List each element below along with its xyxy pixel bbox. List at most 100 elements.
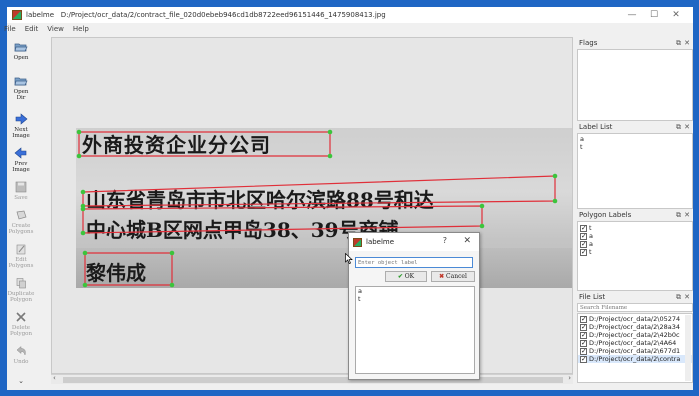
polygon-labels-title: Polygon Labels [579,211,632,219]
annotation-polygon[interactable] [82,175,556,207]
file-search-input[interactable] [577,303,693,312]
menu-file[interactable]: File [4,25,16,33]
polygon-label-checkbox[interactable] [580,248,587,256]
polygon-label-checkbox[interactable] [580,240,587,248]
polygon-vertex[interactable] [80,230,86,236]
polygon-label-checkbox[interactable] [580,224,587,232]
file-list[interactable]: D:/Project/ocr_data/2\05274 D:/Project/o… [577,313,693,383]
flags-float-icon[interactable]: ⧉ [676,37,681,49]
save-label: Save [14,195,28,201]
dialog-close-button[interactable]: ✕ [463,236,471,246]
cancel-icon: ✖ [439,273,445,280]
polygon-vertex[interactable] [80,189,86,195]
save-button[interactable]: Save [7,181,35,201]
scrollbar-thumb[interactable] [63,377,563,383]
file-list-item[interactable]: D:/Project/ocr_data/2\677d1 [578,347,692,355]
polygon-vertex[interactable] [169,250,175,256]
polygon-vertex[interactable] [82,250,88,256]
polygon-label-item[interactable]: t [578,224,692,232]
label-list-dock: Label List ⧉ ✕ a t [577,121,693,209]
scroll-left-icon[interactable]: ‹ [53,374,56,382]
polygon-labels-float-icon[interactable]: ⧉ [676,209,681,221]
object-label-input[interactable] [355,257,473,268]
duplicate-polygon-label: Duplicate Polygon [7,291,35,303]
polygon-label-item[interactable]: a [578,232,692,240]
open-button[interactable]: Open [7,41,35,61]
file-list-float-icon[interactable]: ⧉ [676,291,681,303]
polygon-vertex[interactable] [327,129,333,135]
create-polygons-button[interactable]: Create Polygons [7,209,35,235]
file-list-item[interactable]: D:/Project/ocr_data/2\4A64 [578,339,692,347]
next-image-button[interactable]: Next Image [7,113,35,139]
maximize-button[interactable]: ☐ [643,8,665,22]
label-list-float-icon[interactable]: ⧉ [676,121,681,133]
dialog-label-item[interactable]: t [356,295,474,303]
polygon-vertex[interactable] [76,129,82,135]
polygon-vertex[interactable] [479,223,485,229]
menu-view[interactable]: View [47,25,64,33]
annotation-polygon[interactable] [78,131,331,157]
scroll-right-icon[interactable]: › [568,374,571,382]
polygon-vertex[interactable] [80,206,86,212]
edit-polygons-button[interactable]: Edit Polygons [7,243,35,269]
minimize-button[interactable]: — [621,8,643,22]
cancel-button[interactable]: ✖ Cancel [431,271,475,282]
dialog-help-button[interactable]: ? [443,236,447,245]
file-list-close-icon[interactable]: ✕ [684,291,690,303]
label-list-close-icon[interactable]: ✕ [684,121,690,133]
polygon-vertex[interactable] [479,203,485,209]
arrow-left-icon [14,147,27,159]
annotation-polygon[interactable] [82,205,483,234]
flags-list[interactable] [577,49,693,121]
title-bar: labelme D:/Project/ocr_data/2/contract_f… [7,7,693,23]
polygon-vertex[interactable] [552,198,558,204]
ok-button[interactable]: ✔ OK [385,271,427,282]
floppy-disk-icon [15,181,27,193]
undo-button[interactable]: Undo [7,345,35,365]
file-checkbox[interactable] [580,339,587,347]
menu-help[interactable]: Help [73,25,89,33]
file-checkbox[interactable] [580,331,587,339]
label-list-item[interactable]: t [578,143,692,151]
file-list-item[interactable]: D:/Project/ocr_data/2\05274 [578,315,692,323]
copy-icon [16,278,26,289]
prev-image-button[interactable]: Prev Image [7,147,35,173]
polygon-vertex[interactable] [327,153,333,159]
polygon-label-checkbox[interactable] [580,232,587,240]
polygon-label-item[interactable]: a [578,240,692,248]
polygon-label-item[interactable]: t [578,248,692,256]
dialog-label-list[interactable]: a t [355,286,475,374]
file-checkbox[interactable] [580,315,587,323]
label-list-item[interactable]: a [578,135,692,143]
file-checkbox[interactable] [580,355,587,363]
file-list-scrollbar[interactable] [685,315,691,381]
annotation-polygon[interactable] [84,252,173,286]
flags-dock: Flags ⧉ ✕ [577,37,693,121]
polygon-vertex[interactable] [82,282,88,288]
label-list[interactable]: a t [577,133,693,209]
toolbar-more-icon[interactable]: ⌄ [7,377,35,385]
polygon-labels-close-icon[interactable]: ✕ [684,209,690,221]
polygon-labels-list[interactable]: t a a t [577,221,693,291]
open-dir-button[interactable]: Open Dir [7,75,35,101]
dialog-label-item[interactable]: a [356,287,474,295]
polygon-overlay [76,129,558,288]
file-list-item[interactable]: D:/Project/ocr_data/2\28a34 [578,323,692,331]
flags-close-icon[interactable]: ✕ [684,37,690,49]
menu-edit[interactable]: Edit [25,25,39,33]
file-list-item[interactable]: D:/Project/ocr_data/2\contra [578,355,692,363]
polygon-vertex[interactable] [169,282,175,288]
polygon-vertex[interactable] [552,173,558,179]
open-dir-label: Open Dir [13,89,29,101]
polygon-vertex[interactable] [76,153,82,159]
file-checkbox[interactable] [580,347,587,355]
file-checkbox[interactable] [580,323,587,331]
canvas-horizontal-scrollbar[interactable]: ‹ › [51,374,573,384]
delete-polygon-button[interactable]: Delete Polygon [7,311,35,337]
file-list-item[interactable]: D:/Project/ocr_data/2\42b0c [578,331,692,339]
image-canvas[interactable]: 外商投资企业分公司 山东省青岛市市北区哈尔滨路88号和达 中心城B区网点甲岛38… [51,37,573,374]
dialog-title-bar: labelme ? ✕ [349,233,479,251]
close-button[interactable]: ✕ [665,8,687,22]
flags-title: Flags [579,39,598,47]
duplicate-polygon-button[interactable]: Duplicate Polygon [7,277,35,303]
